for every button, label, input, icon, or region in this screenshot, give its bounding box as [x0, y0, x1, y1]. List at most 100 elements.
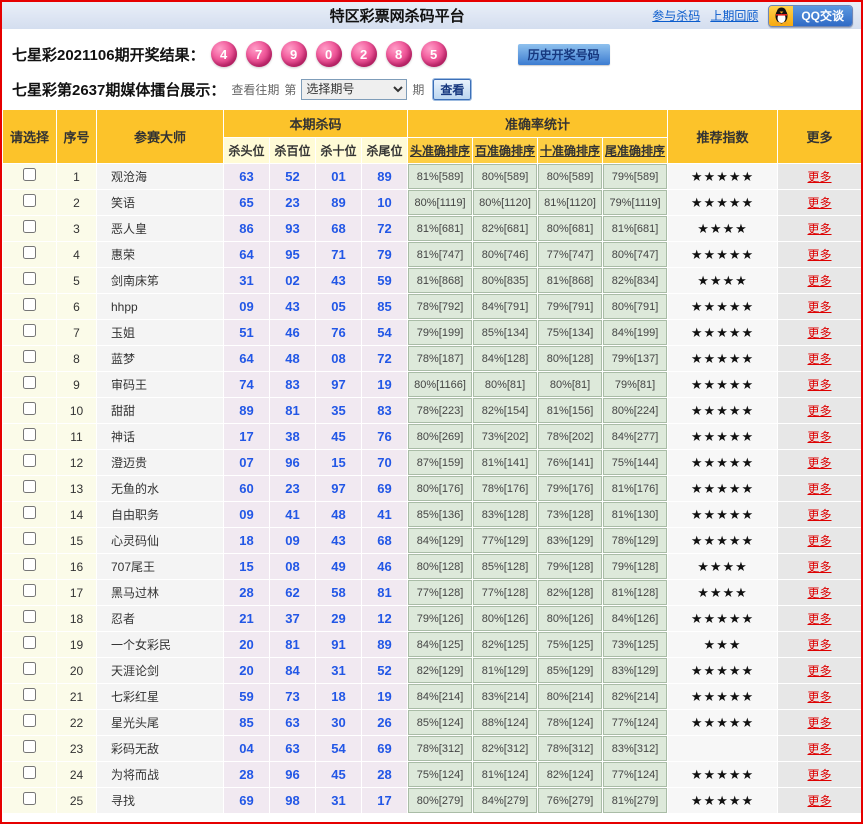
- row-number: 23: [56, 735, 97, 762]
- history-numbers-button[interactable]: 历史开奖号码: [517, 43, 610, 65]
- row-checkbox[interactable]: [23, 557, 36, 571]
- kill-number: 17: [223, 423, 270, 450]
- more-link[interactable]: 更多: [808, 794, 832, 808]
- row-checkbox[interactable]: [23, 271, 36, 285]
- more-link[interactable]: 更多: [808, 326, 832, 340]
- sort-ten-accuracy[interactable]: 十准确排序: [537, 137, 604, 164]
- accuracy-stat: 81%[868]: [537, 267, 604, 294]
- more-link[interactable]: 更多: [808, 560, 832, 574]
- accuracy-stat: 84%[128]: [472, 345, 539, 372]
- header-kill-hundred: 杀百位: [269, 137, 316, 164]
- more-link[interactable]: 更多: [808, 352, 832, 366]
- accuracy-stat: 78%[124]: [537, 709, 604, 736]
- qq-chat-label: QQ交谈: [793, 5, 852, 26]
- join-kill-link[interactable]: 参与杀码: [652, 7, 700, 24]
- kill-number: 64: [223, 345, 270, 372]
- kill-number: 18: [315, 683, 362, 710]
- kill-number: 76: [360, 423, 409, 450]
- accuracy-stat: 77%[129]: [472, 527, 539, 554]
- row-checkbox[interactable]: [23, 479, 36, 493]
- more-link[interactable]: 更多: [808, 586, 832, 600]
- draw-result-label: 七星彩2021106期开奖结果：: [12, 46, 205, 64]
- row-checkbox[interactable]: [23, 219, 36, 233]
- star-rating: ★★★★★: [667, 787, 779, 814]
- more-link[interactable]: 更多: [808, 196, 832, 210]
- accuracy-stat: 80%[681]: [537, 215, 604, 242]
- row-checkbox[interactable]: [23, 401, 36, 415]
- more-link[interactable]: 更多: [808, 534, 832, 548]
- more-link[interactable]: 更多: [808, 612, 832, 626]
- row-checkbox[interactable]: [23, 713, 36, 727]
- sort-tail-accuracy[interactable]: 尾准确排序: [602, 137, 669, 164]
- issue-select[interactable]: 选择期号: [301, 78, 408, 100]
- row-checkbox[interactable]: [23, 661, 36, 675]
- row-checkbox[interactable]: [23, 375, 36, 389]
- header-kill-tail: 杀尾位: [360, 137, 409, 164]
- row-checkbox[interactable]: [23, 635, 36, 649]
- kill-number: 23: [269, 475, 316, 502]
- master-name: 自由职务: [96, 501, 224, 528]
- row-number: 17: [56, 579, 97, 606]
- view-button[interactable]: 查看: [432, 77, 473, 101]
- sort-hundred-accuracy[interactable]: 百准确排序: [472, 137, 539, 164]
- qq-penguin-icon: [769, 5, 794, 26]
- table-row: 13 无鱼的水 60 23 97 69 80%[176] 78%[176] 79%[176] 81…: [2, 475, 861, 502]
- row-checkbox[interactable]: [23, 791, 36, 805]
- row-checkbox[interactable]: [23, 531, 36, 545]
- prev-issue-link[interactable]: 上期回顾: [710, 7, 758, 24]
- more-link[interactable]: 更多: [808, 170, 832, 184]
- more-link[interactable]: 更多: [808, 404, 832, 418]
- row-checkbox[interactable]: [23, 323, 36, 337]
- more-link[interactable]: 更多: [808, 274, 832, 288]
- more-link[interactable]: 更多: [808, 716, 832, 730]
- accuracy-stat: 82%[681]: [472, 215, 539, 242]
- row-checkbox[interactable]: [23, 193, 36, 207]
- more-link[interactable]: 更多: [808, 690, 832, 704]
- row-checkbox[interactable]: [23, 739, 36, 753]
- accuracy-stat: 78%[129]: [602, 527, 669, 554]
- accuracy-stat: 81%[124]: [472, 761, 539, 788]
- master-name: 一个女彩民: [96, 631, 224, 658]
- row-checkbox[interactable]: [23, 453, 36, 467]
- kill-number: 83: [360, 397, 409, 424]
- more-link[interactable]: 更多: [808, 378, 832, 392]
- accuracy-stat: 80%[214]: [537, 683, 604, 710]
- table-row: 14 自由职务 09 41 48 41 85%[136] 83%[128] 73%[128] 81…: [2, 501, 861, 528]
- more-link[interactable]: 更多: [808, 300, 832, 314]
- more-link[interactable]: 更多: [808, 638, 832, 652]
- row-checkbox[interactable]: [23, 245, 36, 259]
- more-link[interactable]: 更多: [808, 742, 832, 756]
- row-checkbox[interactable]: [23, 297, 36, 311]
- row-checkbox[interactable]: [23, 349, 36, 363]
- row-checkbox[interactable]: [23, 167, 36, 181]
- sort-head-accuracy[interactable]: 头准确排序: [407, 137, 474, 164]
- qq-chat-button[interactable]: QQ交谈: [768, 4, 853, 27]
- more-link[interactable]: 更多: [808, 508, 832, 522]
- accuracy-stat: 77%[124]: [602, 761, 669, 788]
- row-checkbox[interactable]: [23, 583, 36, 597]
- accuracy-stat: 85%[124]: [407, 709, 474, 736]
- more-link[interactable]: 更多: [808, 248, 832, 262]
- more-link[interactable]: 更多: [808, 664, 832, 678]
- more-cell: 更多: [777, 657, 861, 684]
- row-checkbox[interactable]: [23, 687, 36, 701]
- table-row: 12 澄迈贵 07 96 15 70 87%[159] 81%[141] 76%[141] 75%…: [2, 449, 861, 476]
- more-link[interactable]: 更多: [808, 768, 832, 782]
- row-checkbox[interactable]: [23, 505, 36, 519]
- masters-table: 请选择 序号 参赛大师 本期杀码 准确率统计 推荐指数 更多 杀头位 杀百位 杀…: [2, 109, 861, 814]
- row-number: 3: [56, 215, 97, 242]
- row-checkbox[interactable]: [23, 427, 36, 441]
- row-checkbox[interactable]: [23, 609, 36, 623]
- row-checkbox[interactable]: [23, 765, 36, 779]
- more-cell: 更多: [777, 579, 861, 606]
- more-link[interactable]: 更多: [808, 430, 832, 444]
- row-number: 11: [56, 423, 97, 450]
- more-cell: 更多: [777, 709, 861, 736]
- more-link[interactable]: 更多: [808, 482, 832, 496]
- star-rating: ★★★★★: [667, 475, 779, 502]
- accuracy-stat: 80%[224]: [602, 397, 669, 424]
- more-link[interactable]: 更多: [808, 456, 832, 470]
- table-row: 5 剑南床笫 31 02 43 59 81%[868] 80%[835] 81%[868] 82%…: [2, 267, 861, 294]
- more-link[interactable]: 更多: [808, 222, 832, 236]
- row-number: 15: [56, 527, 97, 554]
